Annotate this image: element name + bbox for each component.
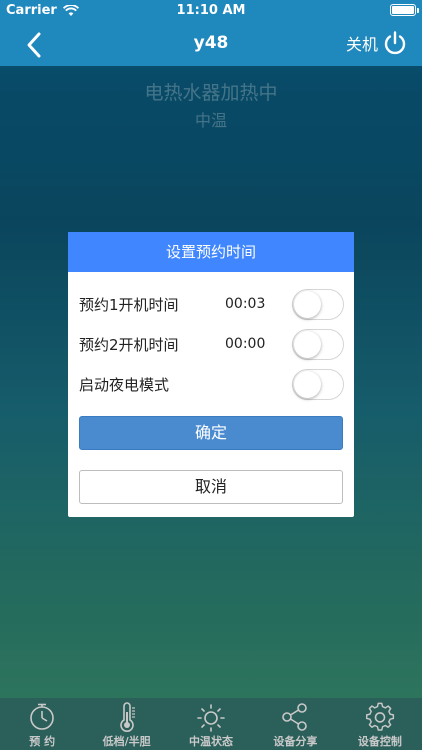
night-power-toggle[interactable] — [292, 369, 344, 400]
toggle-knob — [294, 331, 321, 358]
power-off-button[interactable]: 关机 — [346, 30, 408, 56]
status-right — [390, 4, 419, 16]
schedule-1-label: 预约1开机时间 — [79, 295, 179, 314]
tab-label: 设备分享 — [273, 735, 318, 748]
tab-low-half-tank[interactable]: 低档/半胆 — [84, 698, 168, 750]
schedule-2-row: 预约2开机时间 00:00 — [79, 329, 344, 360]
night-power-label: 启动夜电模式 — [79, 375, 170, 394]
schedule-2-toggle[interactable] — [292, 329, 344, 360]
status-time: 11:10 AM — [176, 3, 246, 18]
dialog-title: 设置预约时间 — [68, 232, 354, 272]
tab-bar: 预 约 低档/半胆 中温状态 设备分享 设备控制 — [0, 698, 422, 750]
sun-icon — [197, 704, 225, 732]
toggle-knob — [294, 371, 321, 398]
schedule-1-time[interactable]: 00:03 — [225, 296, 265, 312]
tab-device-share[interactable]: 设备分享 — [253, 698, 337, 750]
power-off-label: 关机 — [345, 35, 378, 54]
schedule-2-label: 预约2开机时间 — [79, 335, 179, 354]
schedule-1-row: 预约1开机时间 00:03 — [79, 289, 344, 320]
gear-icon — [365, 702, 394, 731]
night-power-row: 启动夜电模式 — [79, 369, 344, 400]
share-icon — [282, 703, 308, 731]
tab-label: 设备控制 — [357, 735, 402, 748]
cancel-button[interactable]: 取消 — [79, 470, 343, 504]
nav-bar: y48 关机 — [0, 22, 422, 66]
schedule-dialog: 设置预约时间 预约1开机时间 00:03 预约2开机时间 00:00 启动夜电模… — [68, 232, 354, 517]
thermometer-icon — [119, 702, 135, 732]
schedule-1-toggle[interactable] — [292, 289, 344, 320]
status-bar: Carrier 11:10 AM — [0, 0, 422, 22]
tab-device-control[interactable]: 设备控制 — [338, 698, 422, 750]
battery-icon — [390, 4, 419, 16]
tab-medium-temp[interactable]: 中温状态 — [169, 698, 253, 750]
tab-label: 中温状态 — [189, 735, 234, 748]
confirm-button[interactable]: 确定 — [79, 416, 343, 450]
tab-label: 低档/半胆 — [102, 735, 151, 748]
schedule-2-time[interactable]: 00:00 — [225, 336, 265, 352]
clock-icon — [30, 703, 55, 730]
tab-label: 预 约 — [29, 735, 56, 748]
tab-schedule[interactable]: 预 约 — [0, 698, 84, 750]
toggle-knob — [294, 291, 321, 318]
power-icon — [384, 31, 406, 55]
